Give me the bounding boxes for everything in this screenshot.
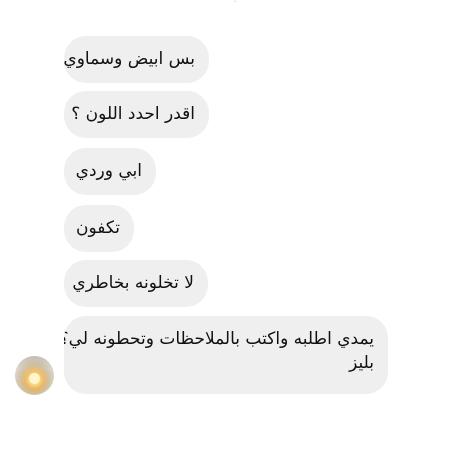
message-text-line: بليز — [349, 353, 374, 373]
incoming-message-bubble[interactable]: تكفون — [64, 205, 134, 252]
sender-avatar-sunset-icon[interactable] — [15, 356, 54, 395]
incoming-message-bubble[interactable]: اقدر احدد اللون ؟ — [64, 91, 209, 138]
incoming-message-bubble[interactable]: ابي وردي — [64, 148, 156, 195]
incoming-message-bubble[interactable]: يمدي اطلبه واكتب بالملاحظات وتحطونه لي؟ … — [64, 316, 388, 394]
chat-thread: . بس ابيض وسماوي؟ اقدر احدد اللون ؟ ابي … — [0, 0, 450, 450]
incoming-message-bubble[interactable]: لا تخلونه بخاطري — [64, 260, 208, 307]
message-text: اقدر احدد اللون ؟ — [71, 104, 195, 124]
cropped-timestamp-fragment: . — [233, 0, 237, 5]
message-text: لا تخلونه بخاطري — [72, 273, 194, 293]
incoming-message-bubble[interactable]: بس ابيض وسماوي؟ — [64, 36, 209, 83]
sun-icon — [29, 373, 40, 384]
message-text: ابي وردي — [75, 161, 142, 181]
message-text-line: يمدي اطلبه واكتب بالملاحظات وتحطونه لي؟ — [64, 329, 374, 349]
message-text: تكفون — [76, 218, 120, 238]
message-text: بس ابيض وسماوي؟ — [64, 49, 195, 69]
